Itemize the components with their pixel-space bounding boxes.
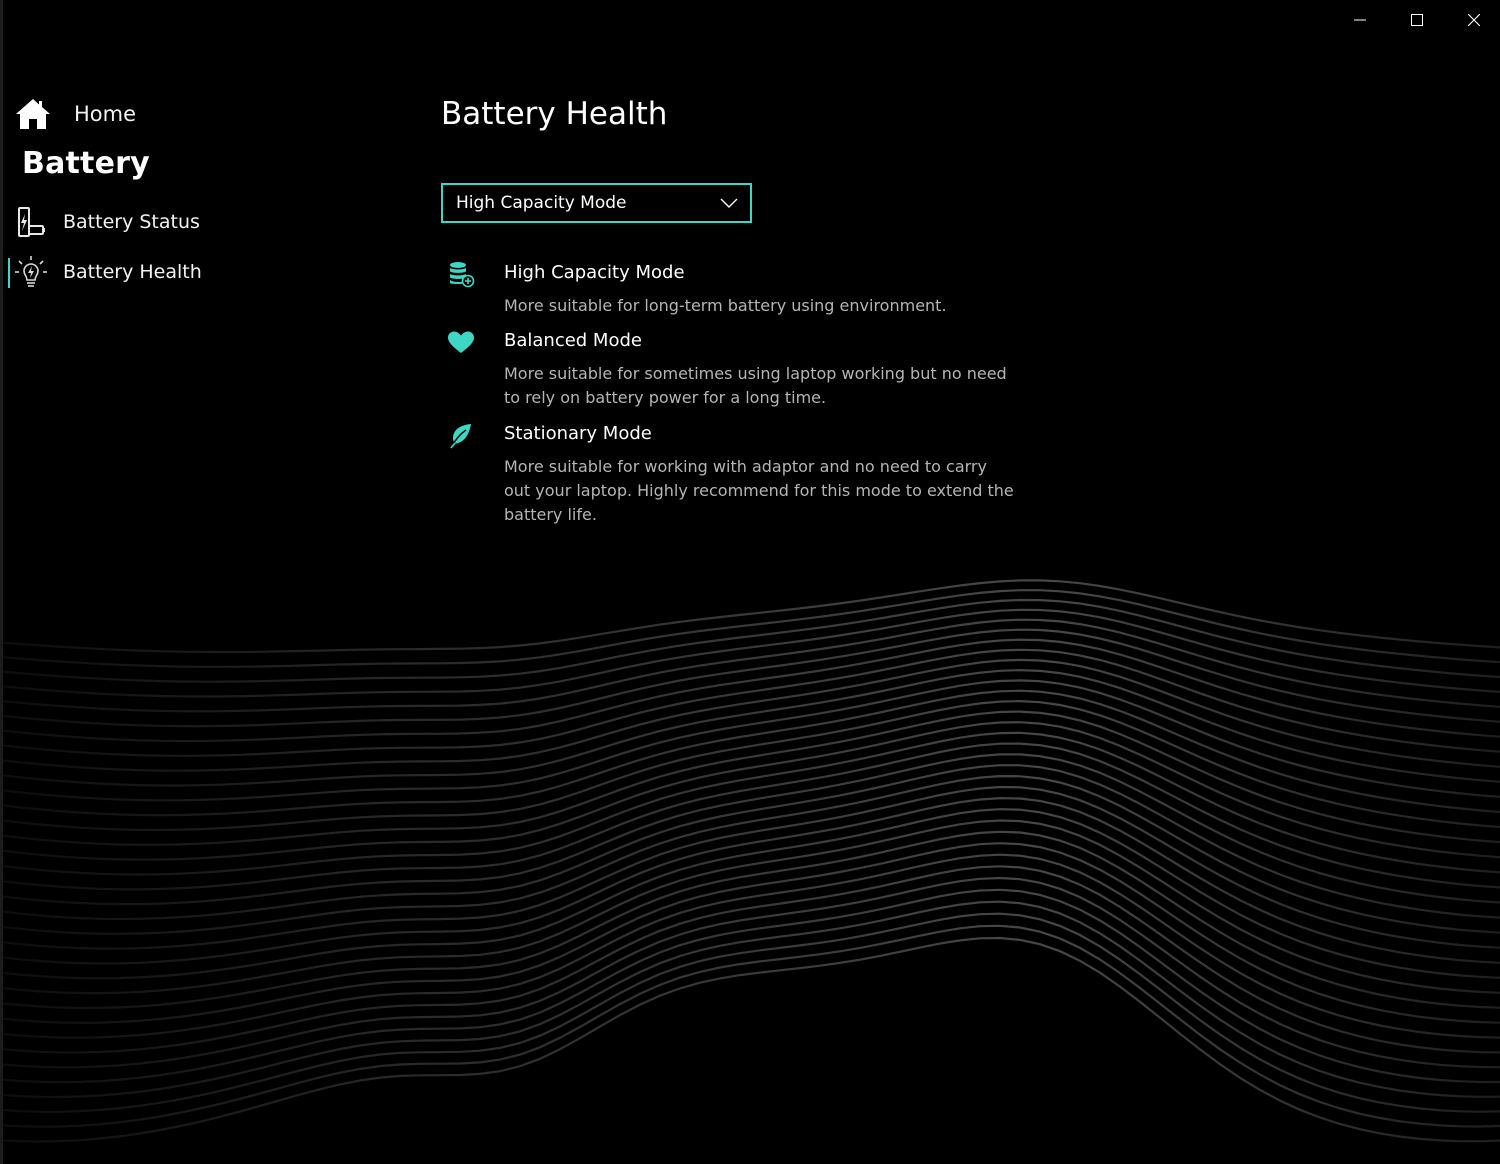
page-title: Battery Health (441, 96, 668, 132)
wave-line (0, 900, 1500, 1099)
wave-line (0, 785, 1500, 950)
app-window: Home Battery Battery Status Battery Heal… (0, 0, 1500, 1164)
close-icon (1468, 14, 1480, 26)
wave-line (0, 679, 1500, 802)
wave-line (0, 753, 1500, 906)
wave-line (0, 876, 1500, 1069)
wave-line (0, 579, 1500, 654)
background-waves (0, 579, 1500, 1143)
heart-icon (448, 331, 474, 353)
wave-line (0, 589, 1500, 668)
database-plus-icon (450, 262, 475, 288)
sidebar-item-label: Battery Health (63, 261, 202, 283)
wave-line (0, 888, 1500, 1084)
wave-line (0, 598, 1500, 683)
dropdown-selected-value: High Capacity Mode (456, 193, 627, 213)
wave-line (0, 830, 1500, 1010)
maximize-icon (1411, 14, 1423, 26)
wave-line (0, 842, 1500, 1024)
sidebar-item-label: Battery Status (63, 211, 200, 233)
wave-line (0, 658, 1500, 772)
leaf-icon (450, 424, 471, 449)
wave-line (0, 689, 1500, 817)
mode-description: More suitable for sometimes using laptop… (504, 364, 1007, 407)
wave-line (0, 699, 1500, 832)
wave-line (0, 912, 1500, 1113)
wave-line (0, 819, 1500, 995)
minimize-button[interactable] (1332, 0, 1388, 40)
wave-line (0, 808, 1500, 980)
wave-line (0, 721, 1500, 861)
mode-title: High Capacity Mode (504, 262, 685, 283)
battery-status-icon (10, 204, 52, 240)
minimize-icon (1354, 19, 1366, 21)
wave-line (0, 628, 1500, 728)
battery-health-icon (10, 254, 52, 290)
wave-line (0, 648, 1500, 757)
mode-description: More suitable for long-term battery usin… (504, 296, 947, 315)
wave-line (0, 853, 1500, 1039)
chevron-down-icon (720, 198, 738, 208)
wave-line (0, 774, 1500, 935)
mode-title: Stationary Mode (504, 423, 652, 444)
wave-line (0, 796, 1500, 965)
wave-line (0, 638, 1500, 743)
window-left-edge (0, 0, 3, 1164)
mode-title: Balanced Mode (504, 330, 642, 351)
wave-line (0, 668, 1500, 787)
sidebar-item-battery-health[interactable]: Battery Health (8, 252, 202, 292)
sidebar-section-title: Battery (22, 146, 150, 181)
mode-dropdown[interactable]: High Capacity Mode (441, 183, 752, 223)
wave-line (0, 924, 1500, 1128)
nav-home[interactable]: Home (14, 96, 136, 132)
close-button[interactable] (1446, 0, 1500, 40)
wave-line (0, 865, 1500, 1054)
home-icon (16, 99, 50, 129)
wave-line (0, 710, 1500, 846)
wave-line (0, 764, 1500, 921)
sidebar-item-battery-status[interactable]: Battery Status (10, 202, 200, 242)
wave-line (0, 608, 1500, 698)
nav-home-label: Home (74, 102, 137, 126)
wave-line (0, 742, 1500, 891)
wave-line (0, 936, 1500, 1143)
maximize-button[interactable] (1389, 0, 1445, 40)
wave-line (0, 731, 1500, 876)
wave-line (0, 618, 1500, 713)
mode-description: More suitable for working with adaptor a… (504, 457, 1014, 524)
